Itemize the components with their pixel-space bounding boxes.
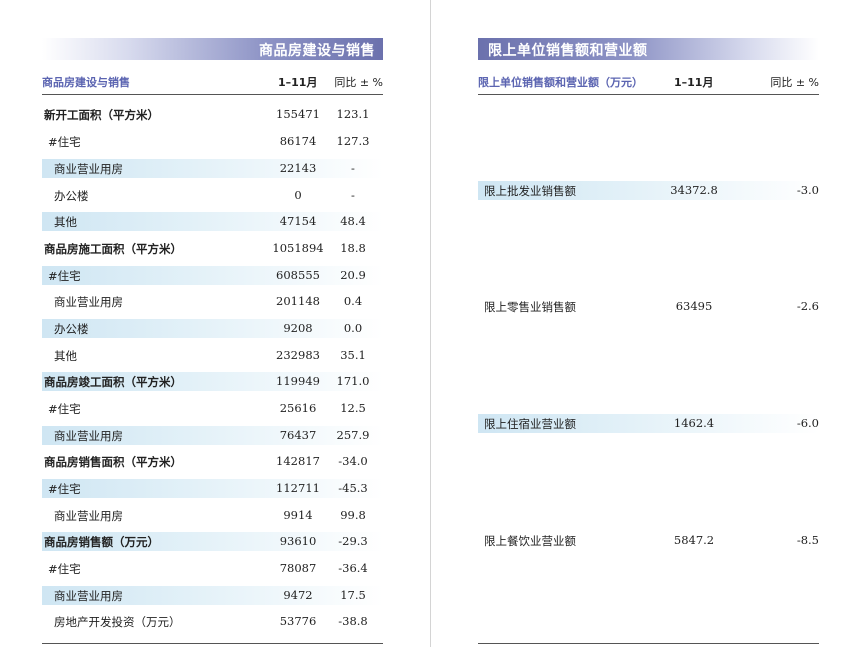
- row-yoy: -34.0: [338, 454, 368, 468]
- retail-sales-panel: 限上单位销售额和营业额 限上单位销售额和营业额（万元） 1–11月 同比 ± %…: [478, 38, 819, 548]
- row-label: #住宅: [48, 562, 81, 576]
- row-yoy: 0.0: [343, 321, 363, 335]
- table-row: 新开工面积（平方米） 155471 123.1: [42, 105, 383, 124]
- table-row: 商业营业用房 9914 99.8: [42, 506, 383, 525]
- row-label: 办公楼: [54, 322, 89, 336]
- row-yoy: 20.9: [340, 268, 366, 282]
- real-estate-panel: 商品房建设与销售 商品房建设与销售 1–11月 同比 ± % 新开工面积（平方米…: [42, 38, 383, 629]
- row-value: 5847.2: [673, 533, 715, 547]
- row-yoy: -36.4: [338, 561, 368, 575]
- row-yoy: 171.0: [336, 374, 370, 388]
- row-label: 商业营业用房: [54, 295, 123, 309]
- table-row: 商品房施工面积（平方米） 1051894 18.8: [42, 239, 383, 258]
- row-label: 商品房销售面积（平方米）: [44, 455, 182, 469]
- row-yoy: -: [351, 188, 355, 202]
- retail-sales-table-header: 限上单位销售额和营业额（万元） 1–11月 同比 ± %: [478, 60, 819, 95]
- table-row: 限上零售业销售额 63495 -2.6: [478, 297, 819, 316]
- header-label: 限上单位销售额和营业额（万元）: [478, 76, 643, 89]
- row-label: #住宅: [48, 402, 81, 416]
- table-row: #住宅 86174 127.3: [42, 132, 383, 151]
- retail-sales-title: 限上单位销售额和营业额: [488, 43, 648, 59]
- table-row: 房地产开发投资（万元） 53776 -38.8: [42, 612, 383, 631]
- row-label: 商品房销售额（万元）: [44, 535, 159, 549]
- table-row: 商业营业用房 201148 0.4: [42, 292, 383, 311]
- table-row: 限上住宿业营业额 1462.4 -6.0: [478, 414, 819, 433]
- row-yoy: -6.0: [796, 416, 819, 430]
- left-bottom-rule: [42, 643, 383, 644]
- row-yoy: -2.6: [796, 299, 819, 313]
- header-label: 商品房建设与销售: [42, 76, 130, 89]
- row-yoy: 123.1: [336, 107, 370, 121]
- table-row: 办公楼 0-: [42, 186, 383, 205]
- row-label: 限上住宿业营业额: [484, 417, 576, 431]
- row-label: 商品房施工面积（平方米）: [44, 242, 182, 256]
- row-label: 商业营业用房: [54, 589, 123, 603]
- row-yoy: 18.8: [340, 241, 366, 255]
- row-yoy: -29.3: [338, 534, 368, 548]
- row-yoy: 48.4: [340, 214, 366, 228]
- table-row: 其他 232983 35.1: [42, 346, 383, 365]
- table-row: 商业营业用房 9472 17.5: [42, 586, 383, 605]
- row-label: 商业营业用房: [54, 509, 123, 523]
- table-row: 办公楼 9208 0.0: [42, 319, 383, 338]
- table-row: 限上批发业销售额 34372.8 -3.0: [478, 181, 819, 200]
- row-yoy: -38.8: [338, 614, 368, 628]
- row-yoy: 127.3: [336, 134, 370, 148]
- row-label: 商品房竣工面积（平方米）: [44, 375, 182, 389]
- real-estate-table-header: 商品房建设与销售 1–11月 同比 ± %: [42, 60, 383, 95]
- row-label: 限上餐饮业营业额: [484, 534, 576, 548]
- header-yoy: 同比 ± %: [334, 76, 383, 89]
- table-row: #住宅 112711 -45.3: [42, 479, 383, 498]
- row-yoy: -45.3: [338, 481, 368, 495]
- row-label: #住宅: [48, 269, 81, 283]
- row-yoy: 17.5: [340, 588, 366, 602]
- row-label: 房地产开发投资（万元）: [54, 615, 181, 629]
- table-row: #住宅 25616 12.5: [42, 399, 383, 418]
- row-value: 34372.8: [670, 183, 718, 197]
- row-label: 商业营业用房: [54, 162, 123, 176]
- row-value: 1462.4: [673, 416, 715, 430]
- real-estate-title-bar: 商品房建设与销售: [42, 38, 383, 60]
- row-label: 限上零售业销售额: [484, 300, 576, 314]
- header-period: 1–11月: [278, 76, 318, 89]
- row-label: 其他: [54, 215, 77, 229]
- table-row: 商业营业用房 76437 257.9: [42, 426, 383, 445]
- table-row: #住宅 78087 -36.4: [42, 559, 383, 578]
- row-label: 商业营业用房: [54, 429, 123, 443]
- row-yoy: -3.0: [796, 183, 819, 197]
- right-bottom-rule: [478, 643, 819, 644]
- row-yoy: -: [351, 161, 355, 175]
- row-value: 63495: [675, 299, 713, 313]
- table-row: 商品房竣工面积（平方米） 119949 171.0: [42, 372, 383, 391]
- table-row: 商业营业用房 22143-: [42, 159, 383, 178]
- table-row: 其他 47154 48.4: [42, 212, 383, 231]
- row-yoy: -8.5: [796, 533, 819, 547]
- row-label: #住宅: [48, 482, 81, 496]
- row-label: 办公楼: [54, 189, 89, 203]
- row-yoy: 99.8: [340, 508, 366, 522]
- row-yoy: 257.9: [336, 428, 370, 442]
- row-label: 其他: [54, 349, 77, 363]
- header-period: 1–11月: [674, 76, 714, 89]
- table-row: #住宅 608555 20.9: [42, 266, 383, 285]
- header-yoy: 同比 ± %: [770, 76, 819, 89]
- real-estate-title: 商品房建设与销售: [259, 43, 375, 59]
- table-row: 商品房销售额（万元） 93610 -29.3: [42, 532, 383, 551]
- retail-sales-title-bar: 限上单位销售额和营业额: [478, 38, 819, 60]
- row-label: 新开工面积（平方米）: [44, 108, 159, 122]
- table-row: 商品房销售面积（平方米） 142817 -34.0: [42, 452, 383, 471]
- table-row: 限上餐饮业营业额 5847.2 -8.5: [478, 531, 819, 550]
- row-yoy: 35.1: [340, 348, 366, 362]
- row-yoy: 0.4: [343, 294, 363, 308]
- row-yoy: 12.5: [340, 401, 366, 415]
- row-label: #住宅: [48, 135, 81, 149]
- row-label: 限上批发业销售额: [484, 184, 576, 198]
- page-divider: [430, 0, 431, 647]
